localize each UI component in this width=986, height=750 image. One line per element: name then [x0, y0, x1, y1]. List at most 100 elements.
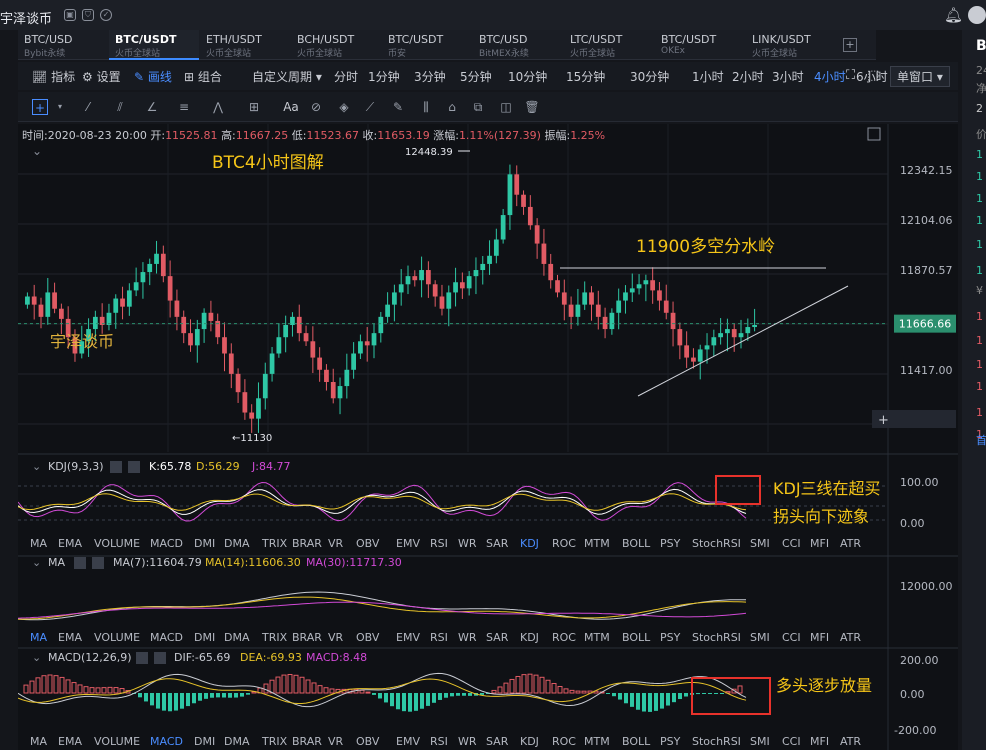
period-option[interactable]: 5分钟 — [460, 68, 492, 85]
indicator-tab[interactable]: RSI — [430, 735, 448, 748]
indicator-tab[interactable]: TRIX — [261, 537, 288, 550]
indicator-tab[interactable]: BOLL — [622, 631, 651, 644]
link-icon[interactable]: ✓ — [100, 9, 112, 21]
indicator-tab[interactable]: KDJ — [520, 735, 539, 748]
indicator-tab[interactable]: EMV — [396, 537, 420, 550]
chevron-down-icon[interactable]: ▾ — [52, 99, 68, 115]
indicator-tab[interactable]: MFI — [810, 735, 829, 748]
indicator-tab[interactable]: OBV — [356, 631, 380, 644]
crosshair-icon[interactable]: + — [32, 99, 48, 115]
indicator-tab[interactable]: OBV — [356, 735, 380, 748]
text-tool-icon[interactable]: Aa — [280, 99, 302, 115]
indicator-tab[interactable]: EMA — [58, 735, 82, 748]
indicator-tab[interactable]: MACD — [150, 735, 183, 748]
window-icon[interactable]: ▣ — [64, 9, 76, 21]
indicator-tab[interactable]: VOLUME — [94, 537, 140, 550]
period-option[interactable]: 1小时 — [692, 68, 724, 85]
copy-icon[interactable]: ⧉ — [470, 99, 486, 115]
period-option[interactable]: 4小时 — [814, 68, 846, 85]
ma-settings-icon[interactable] — [74, 557, 86, 569]
indicator-tab[interactable]: KDJ — [520, 537, 539, 550]
indicator-tab[interactable]: RSI — [430, 631, 448, 644]
eraser-icon[interactable]: ◈ — [336, 99, 352, 115]
indicator-tab[interactable]: VOLUME — [94, 631, 140, 644]
indicator-tab[interactable]: MA — [30, 631, 47, 644]
symbol-tab[interactable]: BCH/USDT 火币全球站 — [291, 30, 381, 60]
indicator-tab[interactable]: MTM — [584, 735, 610, 748]
indicator-tab[interactable]: ATR — [840, 537, 861, 550]
indicator-tab[interactable]: MTM — [584, 631, 610, 644]
symbol-tab[interactable]: LTC/USDT 火币全球站 — [564, 30, 654, 60]
indicator-tab[interactable]: SAR — [486, 735, 509, 748]
grid-tool-icon[interactable]: ⊞ — [246, 99, 262, 115]
trend-line-icon[interactable]: ⁄ — [80, 99, 96, 115]
indicator-tab[interactable]: SMI — [750, 735, 770, 748]
delete-icon[interactable]: 🗑︎ — [524, 99, 540, 115]
indicator-tab[interactable]: MA — [30, 735, 47, 748]
indicator-tab[interactable]: EMA — [58, 537, 82, 550]
indicator-tab[interactable]: VR — [328, 735, 344, 748]
indicator-tab[interactable]: MTM — [584, 537, 610, 550]
draw-line-button[interactable]: ✎ 画线 — [134, 68, 172, 85]
wave-icon[interactable]: ⋀ — [210, 99, 226, 115]
symbol-tab[interactable]: BTC/USD BitMEX永续 — [473, 30, 563, 60]
kdj-settings-icon[interactable] — [110, 461, 122, 473]
fullscreen-icon[interactable]: ⛶ — [846, 68, 855, 83]
parallel-lines-icon[interactable]: ⫽ — [112, 99, 128, 115]
indicator-tab[interactable]: ROC — [552, 537, 576, 550]
macd-settings-icon[interactable] — [136, 652, 148, 664]
indicator-tab[interactable]: SAR — [486, 631, 509, 644]
symbol-tab[interactable]: ETH/USDT 火币全球站 — [200, 30, 290, 60]
indicator-tab[interactable]: EMV — [396, 735, 420, 748]
indicator-tab[interactable]: MACD — [150, 631, 183, 644]
screenshot-icon[interactable]: ⬚ — [867, 68, 879, 83]
indicator-tab[interactable]: SMI — [750, 537, 770, 550]
indicator-tab[interactable]: MFI — [810, 631, 829, 644]
lock-icon[interactable]: ⌂ — [444, 99, 460, 115]
indicator-tab[interactable]: StochRSI — [692, 631, 741, 644]
indicator-tab[interactable]: ATR — [840, 735, 861, 748]
indicator-tab[interactable]: SAR — [486, 537, 509, 550]
chart-svg[interactable]: 11666.66 12342.15 12104.06 11870.57 11417.00… — [18, 124, 958, 750]
indicator-tab[interactable]: WR — [458, 735, 477, 748]
indicator-tab[interactable]: ATR — [840, 631, 861, 644]
indicator-tab[interactable]: CCI — [782, 735, 801, 748]
period-option[interactable]: 2小时 — [732, 68, 764, 85]
indicator-tab[interactable]: BRAR — [292, 735, 322, 748]
indicator-tab[interactable]: ROC — [552, 631, 576, 644]
period-option[interactable]: 10分钟 — [508, 68, 547, 85]
indicator-tab[interactable]: DMA — [224, 537, 250, 550]
indicator-tab[interactable]: WR — [458, 537, 477, 550]
bell-icon[interactable]: 🔔︎ — [944, 6, 963, 24]
indicator-tab[interactable]: PSY — [660, 631, 681, 644]
indicator-tab[interactable]: BOLL — [622, 735, 651, 748]
period-option[interactable]: 30分钟 — [630, 68, 669, 85]
period-option[interactable]: 1分钟 — [368, 68, 400, 85]
period-option[interactable]: 3小时 — [772, 68, 804, 85]
symbol-tab[interactable]: BTC/USDT 币安 — [382, 30, 472, 60]
combo-button[interactable]: ⊞ 组合 — [184, 68, 222, 85]
indicator-tab[interactable]: KDJ — [520, 631, 539, 644]
add-tab-button[interactable]: + — [843, 38, 857, 52]
indicator-tab[interactable]: MFI — [810, 537, 829, 550]
pen-icon[interactable]: ✎ — [390, 99, 406, 115]
visibility-icon[interactable]: ◫ — [498, 99, 514, 115]
indicator-tab[interactable]: TRIX — [261, 631, 288, 644]
indicator-tab[interactable]: DMA — [224, 735, 250, 748]
macd-close-icon[interactable] — [154, 652, 166, 664]
period-option[interactable]: 15分钟 — [566, 68, 605, 85]
kdj-close-icon[interactable] — [128, 461, 140, 473]
indicator-tab[interactable]: PSY — [660, 537, 681, 550]
indicator-tab[interactable]: BRAR — [292, 537, 322, 550]
indicator-tab[interactable]: RSI — [430, 537, 448, 550]
brush-icon[interactable]: ⊘ — [308, 99, 324, 115]
indicator-tab[interactable]: DMI — [194, 631, 215, 644]
indicator-tab[interactable]: BRAR — [292, 631, 322, 644]
settings-button[interactable]: ⚙ 设置 — [82, 68, 121, 85]
indicator-tab[interactable]: PSY — [660, 735, 681, 748]
indicator-tab[interactable]: DMI — [194, 537, 215, 550]
indicator-tab[interactable]: MA — [30, 537, 47, 550]
angle-icon[interactable]: ∠ — [144, 99, 160, 115]
indicator-tab[interactable]: SMI — [750, 631, 770, 644]
indicator-button[interactable]: 📈︎ 指标 — [32, 68, 75, 85]
